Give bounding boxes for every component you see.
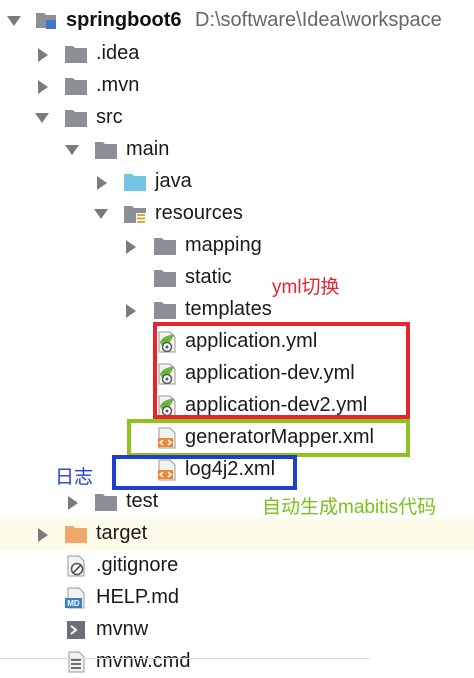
- tree-item-label: mapping: [185, 234, 262, 256]
- tree-item-label: .idea: [96, 42, 140, 64]
- chevron-right-icon[interactable]: [37, 528, 49, 542]
- tree-row-project[interactable]: springboot6 D:\software\Idea\workspace: [0, 5, 474, 37]
- horizontal-scrollbar[interactable]: [0, 658, 370, 669]
- tree-item-label: src: [96, 106, 123, 128]
- log-highlight-box: [112, 455, 297, 490]
- project-name: springboot6: [66, 9, 182, 31]
- chevron-right-icon[interactable]: [125, 304, 137, 318]
- tree-row-help-md[interactable]: MD HELP.md: [0, 582, 474, 614]
- chevron-down-icon[interactable]: [65, 144, 79, 156]
- svg-text:MD: MD: [67, 599, 80, 608]
- tree-item-label: .mvn: [96, 74, 140, 96]
- tree-row-resources[interactable]: resources: [0, 198, 474, 230]
- module-icon: [36, 13, 56, 29]
- tree-row-target[interactable]: target: [0, 518, 474, 550]
- tree-item-label: test: [126, 490, 159, 512]
- tree-row-mapping[interactable]: mapping: [0, 230, 474, 262]
- chevron-right-icon[interactable]: [96, 176, 108, 190]
- chevron-right-icon[interactable]: [125, 240, 137, 254]
- tree-row-main[interactable]: main: [0, 134, 474, 166]
- folder-icon: [95, 494, 117, 511]
- tree-item-label: resources: [155, 202, 243, 224]
- generator-highlight-box: [127, 419, 410, 457]
- folder-icon: [65, 78, 87, 95]
- tree-row-gitignore[interactable]: .gitignore: [0, 550, 474, 582]
- folder-icon: [154, 238, 176, 255]
- folder-icon: [65, 46, 87, 63]
- tree-item-label: templates: [185, 298, 272, 320]
- tree-row-static[interactable]: static: [0, 262, 474, 294]
- chevron-down-icon[interactable]: [7, 15, 21, 27]
- tree-row-mvnw[interactable]: mvnw: [0, 614, 474, 646]
- chevron-down-icon[interactable]: [94, 208, 108, 220]
- folder-icon: [95, 142, 117, 159]
- tree-row-src[interactable]: src: [0, 102, 474, 134]
- terminal-icon: [67, 621, 85, 639]
- tree-item-label: mvnw: [96, 618, 149, 640]
- chevron-down-icon[interactable]: [35, 112, 49, 124]
- resources-folder-icon: [124, 206, 146, 224]
- markdown-icon: MD: [65, 587, 85, 609]
- yml-switch-note: yml切换: [272, 277, 340, 298]
- gitignore-icon: [67, 555, 85, 577]
- chevron-right-icon[interactable]: [37, 48, 49, 62]
- folder-icon: [65, 110, 87, 127]
- tree-row-mvn[interactable]: .mvn: [0, 70, 474, 102]
- tree-item-label: main: [126, 138, 170, 160]
- tree-item-label: HELP.md: [96, 586, 180, 608]
- yml-highlight-box: [153, 322, 410, 419]
- tree-item-label: target: [96, 522, 148, 544]
- mybatis-gen-note: 自动生成mabitis代码: [262, 497, 437, 518]
- chevron-right-icon[interactable]: [67, 496, 79, 510]
- project-path: D:\software\Idea\workspace: [195, 9, 442, 31]
- tree-item-label: .gitignore: [96, 554, 179, 576]
- tree-item-label: static: [185, 266, 232, 288]
- tree-row-java[interactable]: java: [0, 166, 474, 198]
- source-folder-icon: [124, 174, 146, 191]
- folder-icon: [154, 270, 176, 287]
- excluded-folder-icon: [65, 526, 87, 543]
- chevron-right-icon[interactable]: [37, 80, 49, 94]
- tree-item-label: java: [155, 170, 192, 192]
- folder-icon: [154, 302, 176, 319]
- log-note: 日志: [55, 467, 94, 488]
- tree-row-idea[interactable]: .idea: [0, 38, 474, 70]
